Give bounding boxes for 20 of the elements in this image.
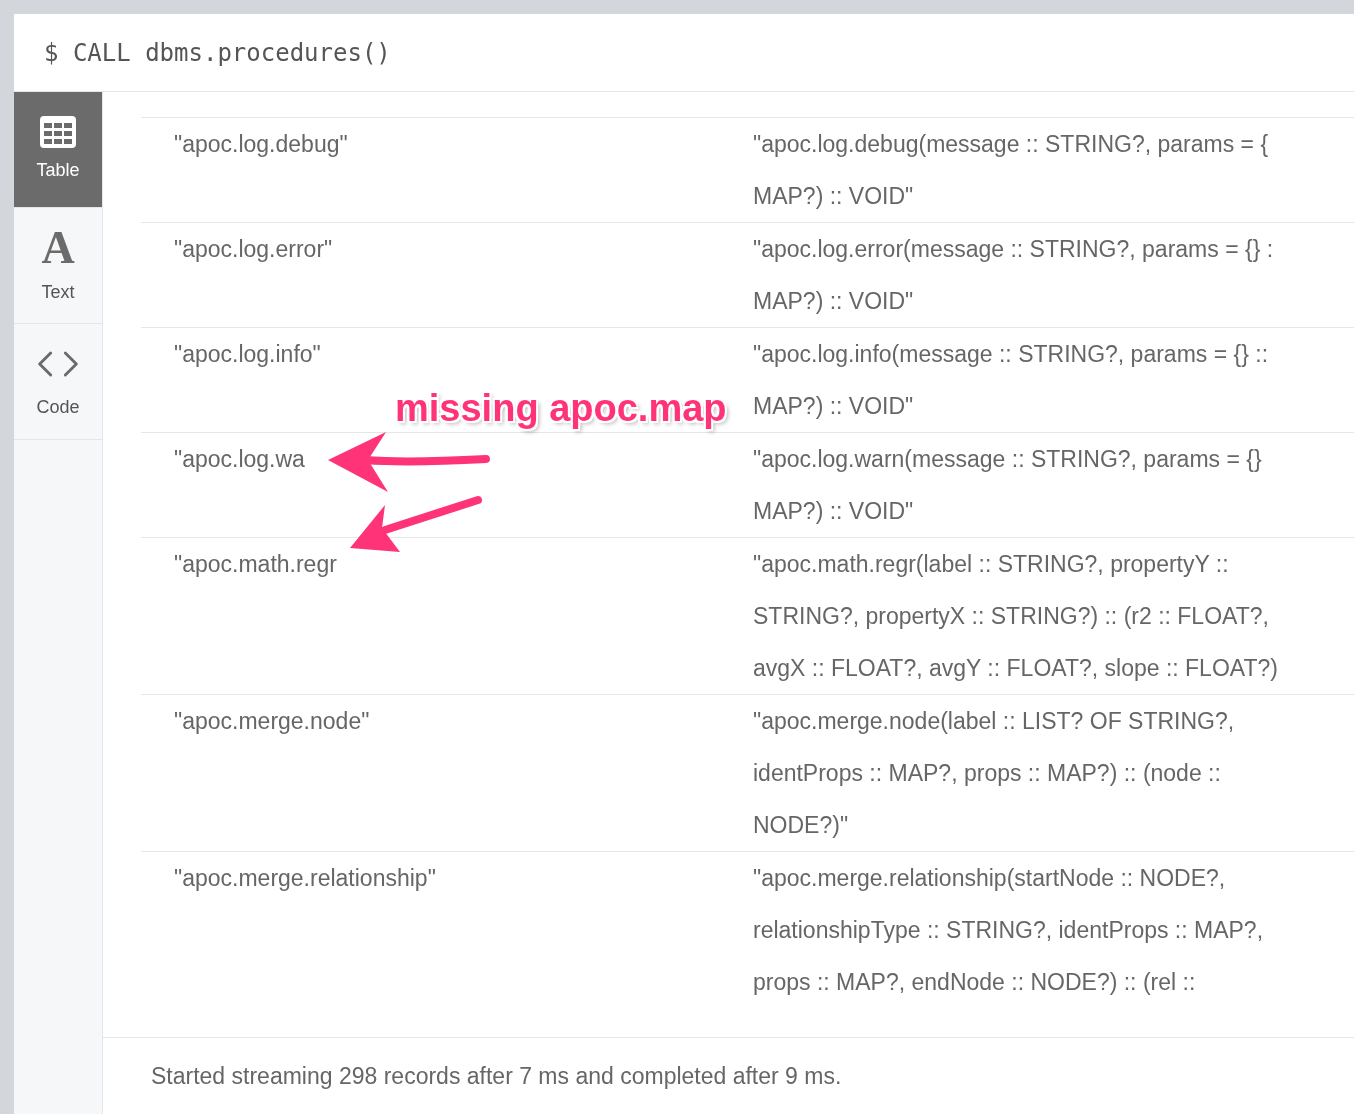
table-cell: "apoc.merge.relationship" bbox=[174, 865, 436, 891]
view-tab[interactable]: Table bbox=[14, 92, 102, 208]
table-cell-text: "apoc.log.error(message :: STRING?, params = {} : MAP?) :: VOID" bbox=[753, 235, 1274, 316]
annotation-label: missing apoc.map bbox=[395, 386, 727, 430]
table-cell-text: "apoc.log.debug(message :: STRING?, params = { MAP?) :: VOID" bbox=[753, 130, 1269, 211]
table-cell: "apoc.math.regr bbox=[174, 551, 337, 577]
table-cell-text: "apoc.merge.node(label :: LIST? OF STRING?, identProps :: MAP?, props :: MAP?) :: (node :: NODE?)" bbox=[753, 707, 1235, 840]
command-text: $ CALL dbms.procedures() bbox=[44, 37, 391, 69]
table-cell: "apoc.log.debug" bbox=[174, 131, 348, 157]
table-cell: "apoc.log.info" bbox=[174, 341, 321, 367]
table-cell-text: "apoc.math.regr(label :: STRING?, propertyY :: STRING?, propertyX :: STRING?) :: (r2 :: FLOAT?, avgX :: FLOAT?, avgY :: FLOAT?, slope :: FLOAT?) bbox=[753, 550, 1278, 683]
table-icon bbox=[39, 115, 77, 149]
table-cell: "apoc.merge.node" bbox=[174, 708, 370, 734]
status-text: Started streaming 298 records after 7 ms and completed after 9 ms. bbox=[151, 1061, 842, 1091]
table-cell-text: "apoc.log.warn(message :: STRING?, params = {} MAP?) :: VOID" bbox=[753, 445, 1262, 526]
table-cell: "apoc.log.error" bbox=[174, 236, 333, 262]
table-cell: "apoc.log.wa bbox=[174, 446, 305, 472]
table-cell-text: "apoc.log.info(message :: STRING?, params = {} :: MAP?) :: VOID" bbox=[753, 340, 1269, 421]
letter-icon: A bbox=[41, 225, 75, 271]
table-cell-text: "apoc.merge.relationship(startNode :: NODE?, relationshipType :: STRING?, identProps :: MAP?, props :: MAP?, endNode :: NODE?) :: (rel :: bbox=[753, 864, 1264, 997]
